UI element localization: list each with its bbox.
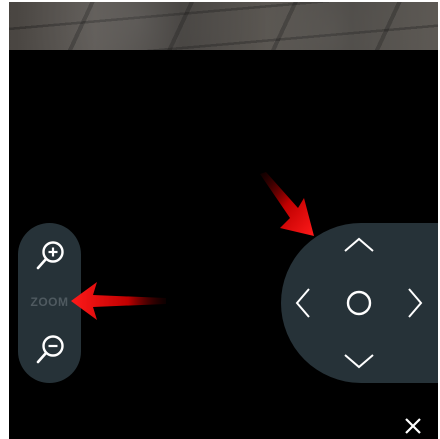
pan-tilt-control: [281, 223, 438, 383]
chevron-left-icon: [295, 288, 310, 318]
annotation-arrow-zoom: [71, 282, 166, 320]
close-button[interactable]: [404, 417, 422, 435]
chevron-right-icon: [408, 288, 423, 318]
circle-icon: [346, 290, 372, 316]
chevron-down-icon: [344, 354, 374, 369]
pan-right-button[interactable]: [403, 285, 427, 321]
center-button[interactable]: [344, 288, 374, 318]
close-icon: [405, 418, 421, 434]
zoom-in-button[interactable]: [31, 237, 69, 275]
pan-left-button[interactable]: [291, 285, 315, 321]
chevron-up-icon: [344, 237, 374, 252]
zoom-out-icon: [36, 335, 64, 364]
pan-down-button[interactable]: [341, 349, 377, 373]
zoom-in-icon: [36, 241, 64, 270]
camera-feed-image: [9, 2, 438, 50]
zoom-out-button[interactable]: [31, 331, 69, 369]
camera-view: ZOOM: [9, 2, 438, 439]
pan-up-button[interactable]: [341, 233, 377, 257]
annotation-arrow-dpad: [260, 172, 314, 236]
